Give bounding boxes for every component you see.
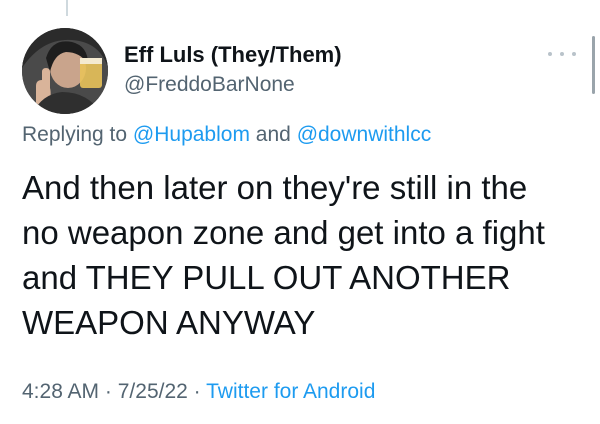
tweet-card: Eff Luls (They/Them) @FreddoBarNone Repl… [0,0,600,424]
more-dot [560,52,564,56]
avatar-image [22,28,108,114]
replying-to-line: Replying to @Hupablom and @downwithlcc [22,122,431,148]
replying-conjunction: and [255,123,291,146]
mention-link-downwithlcc[interactable]: @downwithlcc [297,123,432,146]
meta-separator: · [193,380,201,403]
mention-link-hupablom[interactable]: @Hupablom [133,123,250,146]
tweet-metadata: 4:28 AM · 7/25/22 · Twitter for Android [22,379,375,405]
more-dot [572,52,576,56]
thread-connector-line [66,0,68,16]
more-dot [548,52,552,56]
scrollbar[interactable] [592,36,595,94]
tweet-client-link[interactable]: Twitter for Android [206,380,375,403]
meta-separator: · [104,380,112,403]
avatar[interactable] [22,28,108,114]
author-display-name[interactable]: Eff Luls (They/Them) [124,42,342,68]
replying-prefix: Replying to [22,123,128,146]
tweet-date[interactable]: 7/25/22 [118,380,188,403]
tweet-text: And then later on they're still in the n… [22,169,545,341]
tweet-time[interactable]: 4:28 AM [22,380,99,403]
author-handle[interactable]: @FreddoBarNone [124,72,342,98]
more-options-icon[interactable] [548,44,576,64]
author-info: Eff Luls (They/Them) @FreddoBarNone [124,42,342,98]
